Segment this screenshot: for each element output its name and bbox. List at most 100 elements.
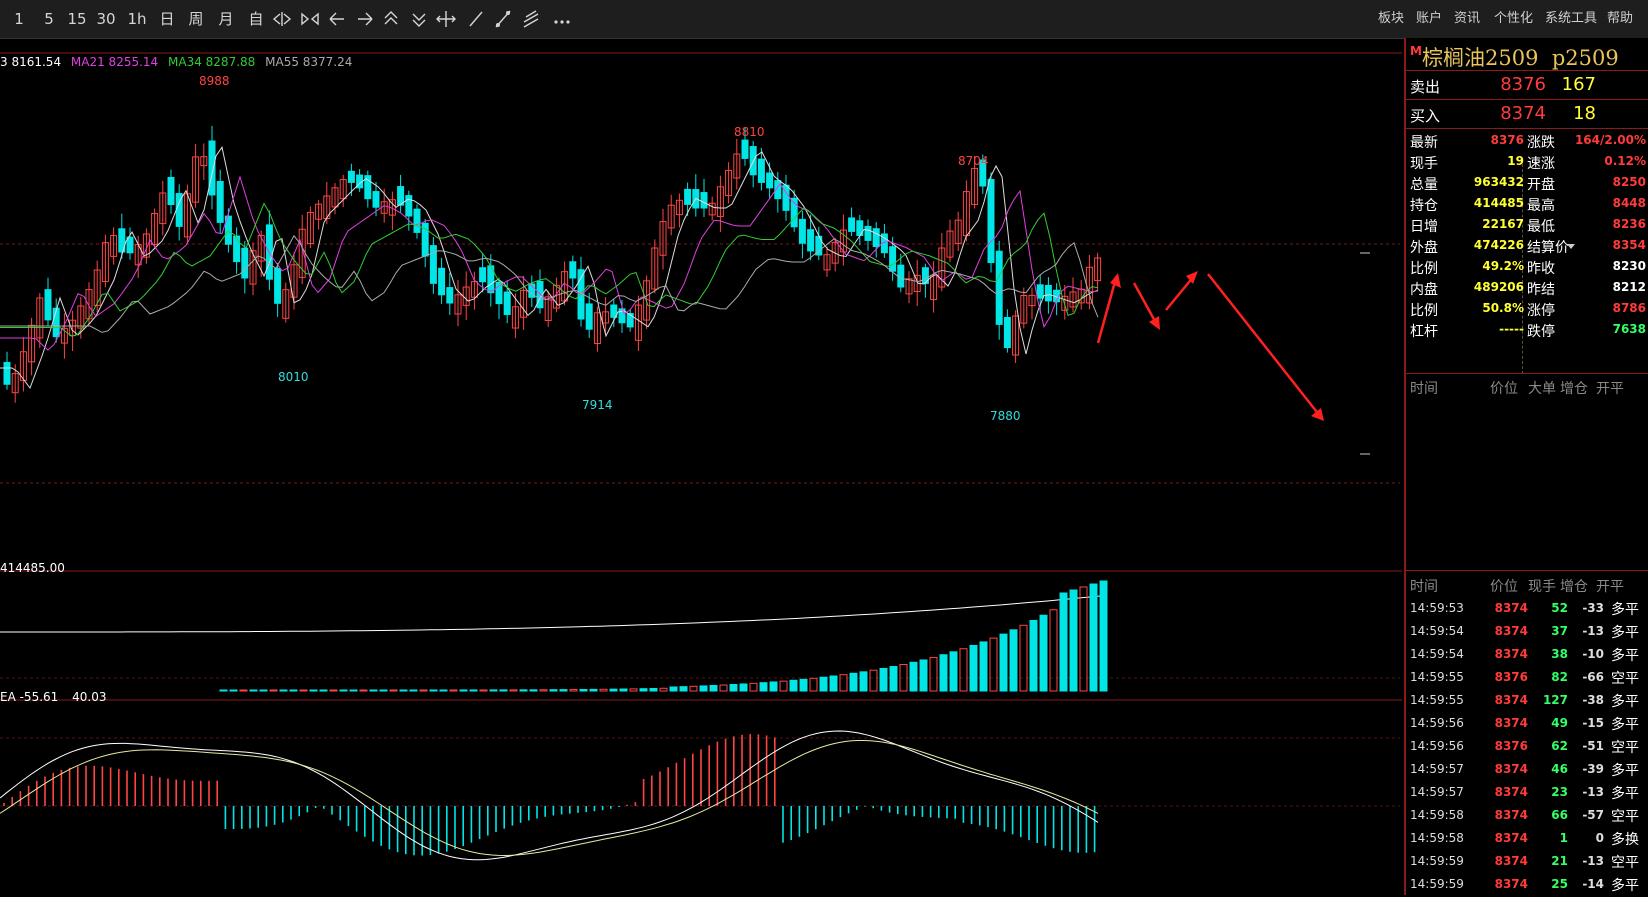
candle-body [757,158,765,183]
period-15min-button[interactable]: 15 [64,0,90,38]
tick-time: 14:59:59 [1410,877,1464,891]
volume-bar [979,641,988,692]
quote-value: 8786 [1612,301,1646,315]
volume-bar [639,688,648,692]
tick-time: 14:59:56 [1410,739,1464,753]
candle-body [347,170,355,183]
line-tool-icon[interactable] [469,11,483,27]
menu-sector[interactable]: 板块 [1378,0,1404,38]
period-month-button[interactable]: 月 [213,0,239,38]
chevron-down-icon[interactable] [412,13,426,27]
quote-label: 日增 [1410,219,1438,235]
menu-personalize[interactable]: 个性化 [1494,0,1533,38]
volume-bar [559,689,568,692]
period-5min-button[interactable]: 5 [38,0,60,38]
crosshair-icon[interactable] [436,11,456,27]
dropdown-icon [1336,248,1337,249]
tick-row[interactable]: 14:59:55 8374 127 -38 多平 [1406,690,1648,713]
period-day-button[interactable]: 日 [154,0,180,38]
ma-legend-ma34: MA34 8287.88 [168,55,256,69]
tick-price: 8374 [1494,854,1528,868]
tick-volume: 127 [1542,693,1568,707]
volume-bar [479,689,488,692]
tick-row[interactable]: 14:59:55 8376 82 -66 空平 [1406,667,1648,690]
quote-label: 最新 [1410,135,1438,151]
contract-name[interactable]: 棕榈油2509 p2509 [1422,42,1619,72]
candle-body [241,247,249,279]
chart-canvas[interactable] [0,38,1404,895]
candle-body [438,267,446,296]
quote-value: 7638 [1612,322,1646,336]
candle-body [372,191,380,208]
period-1h-button[interactable]: 1h [124,0,150,38]
tick-row[interactable]: 14:59:57 8374 23 -13 多平 [1406,782,1648,805]
more-icon[interactable] [554,20,570,24]
zoom-in-icon[interactable] [301,12,319,26]
volume-bar [689,685,698,692]
quote-value: 8354 [1612,238,1646,252]
volume-bar [999,633,1008,692]
tick-row[interactable]: 14:59:59 8374 21 -13 空平 [1406,851,1648,874]
tick-volume: 82 [1551,670,1568,684]
tick-volume: 52 [1551,601,1568,615]
volume-bar [879,667,888,692]
quote-row: 内盘 489206 昨结 8212 [1406,277,1648,298]
tick-type: 空平 [1611,855,1639,871]
column-header: 时间 [1410,579,1438,595]
chevron-up-icon[interactable] [384,11,398,25]
tick-row[interactable]: 14:59:54 8374 38 -10 多平 [1406,644,1648,667]
volume-bar [949,651,958,692]
annotation-arrow [1165,275,1195,311]
period-custom-button[interactable]: 自 [243,0,269,38]
menu-help[interactable]: 帮助 [1607,0,1633,38]
tick-row[interactable]: 14:59:54 8374 37 -13 多平 [1406,621,1648,644]
volume-bar [459,689,468,692]
quote-value: 8250 [1612,175,1646,189]
quote-value: 8230 [1612,259,1646,273]
candle-body [1003,317,1011,349]
tick-row[interactable]: 14:59:53 8374 52 -33 多平 [1406,598,1648,621]
tick-oi-change: -33 [1582,601,1604,615]
tick-row[interactable]: 14:59:58 8374 1 0 多换 [1406,828,1648,851]
bid-row[interactable]: 买入 8374 18 [1406,100,1648,129]
kline-chart-area[interactable] [0,38,1404,895]
period-30min-button[interactable]: 30 [92,0,120,38]
ray-tool-icon[interactable] [495,10,511,28]
quote-row: 现手 19 速涨 0.12% [1406,151,1648,172]
menu-account[interactable]: 账户 [1416,0,1442,38]
volume-bar [609,688,618,692]
period-week-button[interactable]: 周 [183,0,209,38]
annotation-arrow-head [1110,273,1121,288]
volume-bar [809,677,818,692]
period-1min-button[interactable]: 1 [8,0,30,38]
volume-bar [1099,580,1108,692]
quote-label: 最高 [1527,198,1555,214]
tick-row[interactable]: 14:59:57 8374 46 -39 多平 [1406,759,1648,782]
tick-type: 多平 [1611,786,1639,802]
candle-body [987,178,995,264]
tick-type: 多平 [1611,763,1639,779]
tick-type: 多换 [1611,832,1639,848]
tick-row[interactable]: 14:59:58 8374 66 -57 空平 [1406,805,1648,828]
tick-oi-change: -38 [1582,693,1604,707]
tick-row[interactable]: 14:59:59 8374 25 -14 多平 [1406,874,1648,897]
tick-header: 时间 价位 现手 增仓 开平 [1406,576,1648,596]
ask-row[interactable]: 卖出 8376 167 [1406,71,1648,100]
menu-news[interactable]: 资讯 [1454,0,1480,38]
tick-row[interactable]: 14:59:56 8376 62 -51 空平 [1406,736,1648,759]
tick-type: 多平 [1611,878,1639,894]
tick-oi-change: -14 [1582,877,1604,891]
tick-volume: 37 [1551,624,1568,638]
settle-dropdown-icon[interactable] [1566,243,1576,251]
volume-bar [619,688,628,692]
quote-value: 8236 [1612,217,1646,231]
menu-system-tools[interactable]: 系统工具 [1545,0,1597,38]
volume-bar [589,688,598,692]
arrow-right-icon[interactable] [358,12,373,26]
tick-row[interactable]: 14:59:56 8374 49 -15 多平 [1406,713,1648,736]
zoom-out-icon[interactable] [272,12,292,26]
quote-label: 内盘 [1410,282,1438,298]
arrow-left-icon[interactable] [329,12,344,26]
tick-time: 14:59:57 [1410,762,1464,776]
channel-tool-icon[interactable] [523,10,539,28]
